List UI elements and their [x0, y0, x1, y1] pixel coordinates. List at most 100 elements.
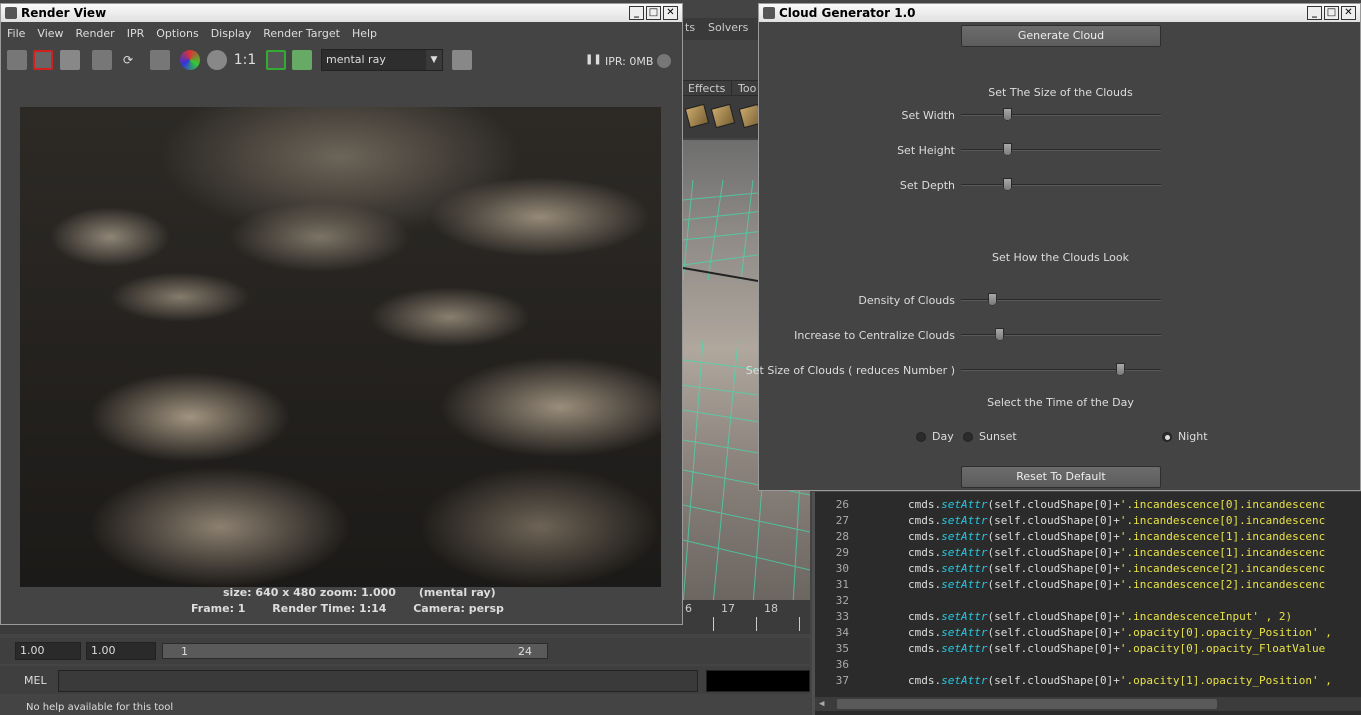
code-line[interactable]: 29 cmds.setAttr(self.cloudShape[0]+'.inc…: [815, 545, 1361, 561]
height-slider[interactable]: [961, 143, 1161, 157]
command-input[interactable]: [58, 670, 698, 692]
sunset-label: Sunset: [979, 430, 1017, 443]
menu-options[interactable]: Options: [150, 23, 204, 45]
ipr-clapper-icon[interactable]: [92, 50, 112, 70]
code-line[interactable]: 36: [815, 657, 1361, 673]
time-ticks: 6 17 18: [683, 602, 810, 631]
code-line[interactable]: 34 cmds.setAttr(self.cloudShape[0]+'.opa…: [815, 625, 1361, 641]
menu-help[interactable]: Help: [346, 23, 383, 45]
code-text: (self.cloudShape[0]+: [987, 498, 1120, 511]
code-line[interactable]: 27 cmds.setAttr(self.cloudShape[0]+'.inc…: [815, 513, 1361, 529]
cloud-size-slider[interactable]: [961, 363, 1161, 377]
density-slider[interactable]: [961, 293, 1161, 307]
code-function: setAttr: [941, 642, 988, 655]
menu-fragment[interactable]: ts: [685, 21, 695, 34]
start-time-field[interactable]: 1.00: [15, 642, 81, 660]
line-number: 37: [835, 674, 849, 687]
maximize-icon[interactable]: □: [1324, 6, 1339, 20]
code-string: '.incandescence[2].incandescenc: [1119, 562, 1326, 575]
menu-file[interactable]: File: [1, 23, 31, 45]
code-text: (self.cloudShape[0]+: [987, 530, 1120, 543]
window-icon: [763, 7, 775, 19]
code-line[interactable]: 37 cmds.setAttr(self.cloudShape[0]+'.opa…: [815, 673, 1361, 689]
code-text: cmds.: [855, 642, 942, 655]
slider-thumb[interactable]: [995, 328, 1005, 341]
shelf-tool-icon[interactable]: [710, 103, 736, 129]
script-editor[interactable]: 26 cmds.setAttr(self.cloudShape[0]+'.inc…: [812, 492, 1361, 715]
renderer-select[interactable]: mental ray ▼: [321, 49, 443, 71]
code-line[interactable]: 32: [815, 593, 1361, 609]
sunset-radio[interactable]: [963, 432, 973, 442]
maximize-icon[interactable]: □: [646, 6, 661, 20]
render-settings-icon[interactable]: [150, 50, 170, 70]
menu-view[interactable]: View: [31, 23, 69, 45]
depth-slider[interactable]: [961, 178, 1161, 192]
refresh-icon[interactable]: ⟳: [118, 50, 138, 70]
code-line[interactable]: 26 cmds.setAttr(self.cloudShape[0]+'.inc…: [815, 497, 1361, 513]
slider-thumb[interactable]: [1115, 363, 1125, 376]
minimize-icon[interactable]: _: [1307, 6, 1322, 20]
code-string: '.incandescence[2].incandescenc: [1119, 578, 1326, 591]
command-result: [706, 670, 810, 692]
scrollbar-thumb[interactable]: [837, 699, 1217, 709]
line-number: 31: [835, 578, 849, 591]
chevron-down-icon[interactable]: ▼: [426, 50, 442, 70]
menu-solvers[interactable]: Solvers: [708, 21, 748, 34]
time-heading: Select the Time of the Day: [987, 396, 1134, 409]
minimize-icon[interactable]: _: [629, 6, 644, 20]
range-slider[interactable]: 1 24: [162, 643, 548, 659]
width-slider[interactable]: [961, 108, 1161, 122]
render-frame-info: Frame: 1 Render Time: 1:14 Camera: persp: [191, 602, 504, 615]
code-function: setAttr: [941, 530, 988, 543]
slider-thumb[interactable]: [1003, 143, 1013, 156]
window-title: Cloud Generator 1.0: [779, 6, 916, 20]
code-text: (self.cloudShape[0]+: [987, 674, 1120, 687]
code-line[interactable]: 35 cmds.setAttr(self.cloudShape[0]+'.opa…: [815, 641, 1361, 657]
keep-image-icon[interactable]: [266, 50, 286, 70]
horizontal-scrollbar[interactable]: ◀: [815, 697, 1361, 711]
code-function: setAttr: [941, 626, 988, 639]
code-string: '.opacity[1].opacity_Position' ,: [1119, 674, 1332, 687]
menu-render-target[interactable]: Render Target: [257, 23, 346, 45]
code-line[interactable]: 30 cmds.setAttr(self.cloudShape[0]+'.inc…: [815, 561, 1361, 577]
code-function: setAttr: [941, 546, 988, 559]
night-radio[interactable]: [1162, 432, 1172, 442]
slider-thumb[interactable]: [987, 293, 997, 306]
cloud-generator-titlebar[interactable]: Cloud Generator 1.0 _ □ ✕: [759, 4, 1360, 22]
code-line[interactable]: 28 cmds.setAttr(self.cloudShape[0]+'.inc…: [815, 529, 1361, 545]
clapper-icon[interactable]: [7, 50, 27, 70]
render-view-titlebar[interactable]: Render View _ □ ✕: [1, 4, 682, 22]
region-render-icon[interactable]: [33, 50, 53, 70]
reset-default-button[interactable]: Reset To Default: [961, 466, 1161, 488]
code-line[interactable]: 33 cmds.setAttr(self.cloudShape[0]+'.inc…: [815, 609, 1361, 625]
rgb-channels-icon[interactable]: [180, 50, 200, 70]
pause-icon[interactable]: ❚❚: [585, 50, 602, 70]
menu-display[interactable]: Display: [205, 23, 258, 45]
code-text: cmds.: [855, 610, 942, 623]
render-layer-icon[interactable]: [452, 50, 472, 70]
range-start-field[interactable]: 1.00: [86, 642, 156, 660]
menu-ipr[interactable]: IPR: [121, 23, 151, 45]
slider-thumb[interactable]: [1003, 108, 1013, 121]
close-icon[interactable]: ✕: [663, 6, 678, 20]
line-number: 32: [835, 594, 849, 607]
generate-cloud-button[interactable]: Generate Cloud: [961, 25, 1161, 47]
alpha-channel-icon[interactable]: [207, 50, 227, 70]
shelf-tab-effects[interactable]: Effects: [681, 80, 733, 96]
slider-thumb[interactable]: [1003, 178, 1013, 191]
ratio-label[interactable]: 1:1: [233, 50, 257, 70]
day-radio[interactable]: [916, 432, 926, 442]
snapshot-icon[interactable]: [60, 50, 80, 70]
scroll-left-icon[interactable]: ◀: [819, 699, 824, 709]
centralize-slider[interactable]: [961, 328, 1161, 342]
code-line[interactable]: 31 cmds.setAttr(self.cloudShape[0]+'.inc…: [815, 577, 1361, 593]
night-label: Night: [1178, 430, 1208, 443]
mel-label[interactable]: MEL: [24, 674, 47, 687]
menu-render[interactable]: Render: [70, 23, 121, 45]
code-string: '.incandescence[1].incandescenc: [1119, 530, 1326, 543]
height-label: Set Height: [897, 144, 955, 157]
code-text: cmds.: [855, 562, 942, 575]
close-icon[interactable]: ✕: [1341, 6, 1356, 20]
shelf-tool-icon[interactable]: [684, 103, 710, 129]
remove-image-icon[interactable]: [292, 50, 312, 70]
